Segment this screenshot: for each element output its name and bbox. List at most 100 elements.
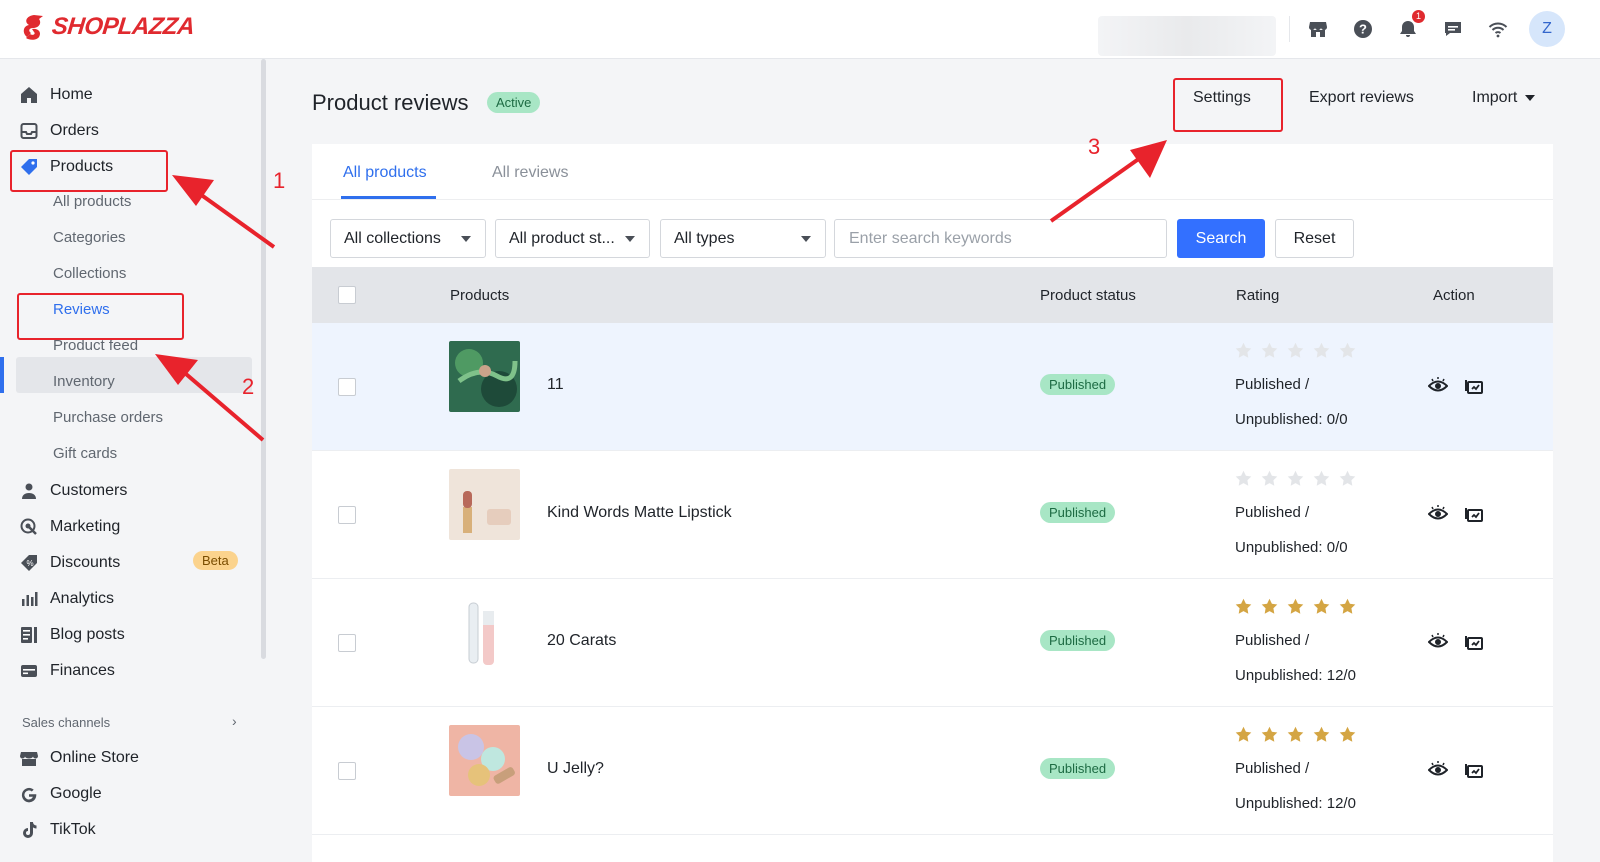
table-row[interactable]: Kind Words Matte Lipstick Published Publis… bbox=[312, 451, 1553, 579]
manage-reviews-icon[interactable] bbox=[1464, 761, 1484, 781]
sidebar-item-label: Finances bbox=[50, 662, 115, 679]
target-icon bbox=[20, 518, 37, 535]
sidebar-item-finances[interactable]: Finances bbox=[20, 655, 115, 687]
eye-icon[interactable] bbox=[1428, 632, 1448, 652]
product-status-select-value: All product st... bbox=[509, 229, 615, 247]
wifi-icon[interactable] bbox=[1487, 18, 1509, 40]
sidebar-item-label: Orders bbox=[50, 122, 99, 139]
rating-unpublished: Unpublished: 12/0 bbox=[1235, 795, 1356, 812]
active-item-highlight bbox=[16, 357, 252, 393]
tab-all-products[interactable]: All products bbox=[343, 164, 427, 182]
caret-down-icon bbox=[461, 236, 471, 242]
column-header-rating: Rating bbox=[1236, 287, 1280, 304]
table-row[interactable]: U Jelly? Published Published / Unpublished:… bbox=[312, 707, 1553, 835]
rating-stars bbox=[1235, 342, 1356, 359]
active-tab-underline bbox=[341, 196, 436, 199]
sidebar-item-label: TikTok bbox=[50, 821, 96, 838]
bar-chart-icon bbox=[22, 592, 38, 606]
product-thumbnail[interactable] bbox=[449, 725, 520, 796]
star-icon bbox=[1287, 598, 1304, 614]
sidebar-item-label: Discounts bbox=[50, 554, 121, 571]
annotation-box-products bbox=[10, 150, 168, 192]
sidebar-item-customers[interactable]: Customers bbox=[20, 475, 127, 507]
row-checkbox[interactable] bbox=[338, 378, 356, 396]
types-select[interactable]: All types bbox=[660, 219, 826, 258]
product-thumbnail[interactable] bbox=[449, 597, 520, 668]
sidebar-channel-tiktok[interactable]: TikTok bbox=[20, 814, 96, 846]
rating-unpublished: Unpublished: 0/0 bbox=[1235, 539, 1348, 556]
sidebar-item-analytics[interactable]: Analytics bbox=[20, 583, 114, 615]
svg-text:?: ? bbox=[1359, 22, 1367, 37]
shoplazza-logo[interactable]: SHOPLAZZA bbox=[20, 13, 196, 41]
sidebar-subitem-purchase-orders[interactable]: Purchase orders bbox=[53, 403, 163, 431]
row-checkbox[interactable] bbox=[338, 506, 356, 524]
caret-down-icon bbox=[1525, 95, 1536, 101]
product-thumbnail[interactable] bbox=[449, 469, 520, 540]
product-status-select[interactable]: All product st... bbox=[495, 219, 650, 258]
sidebar-item-home[interactable]: Home bbox=[20, 79, 93, 111]
star-icon bbox=[1235, 470, 1252, 486]
star-icon bbox=[1313, 470, 1330, 486]
table-row[interactable]: 20 Carats Published Published / Unpublished… bbox=[312, 579, 1553, 707]
export-reviews-button[interactable]: Export reviews bbox=[1309, 89, 1414, 107]
page-title: Product reviews bbox=[312, 90, 469, 115]
rating-stars bbox=[1235, 726, 1356, 743]
sidebar-channel-online-store[interactable]: Online Store bbox=[20, 742, 139, 774]
search-button[interactable]: Search bbox=[1177, 219, 1265, 258]
eye-icon[interactable] bbox=[1428, 760, 1448, 780]
tab-all-reviews[interactable]: All reviews bbox=[492, 164, 568, 182]
import-dropdown[interactable]: Import bbox=[1472, 89, 1536, 107]
tiktok-icon bbox=[23, 822, 37, 838]
sidebar-subitem-inventory[interactable]: Inventory bbox=[53, 367, 115, 395]
sidebar-item-blog-posts[interactable]: Blog posts bbox=[20, 619, 125, 651]
product-name[interactable]: Kind Words Matte Lipstick bbox=[547, 504, 732, 522]
avatar[interactable]: Z bbox=[1529, 11, 1565, 47]
sidebar-subitem-categories[interactable]: Categories bbox=[53, 223, 126, 251]
annotation-box-settings bbox=[1173, 78, 1283, 132]
sidebar-item-orders[interactable]: Orders bbox=[20, 115, 99, 147]
inbox-icon bbox=[20, 123, 38, 139]
row-checkbox[interactable] bbox=[338, 634, 356, 652]
chevron-right-icon[interactable]: › bbox=[232, 713, 237, 729]
storefront-icon[interactable] bbox=[1307, 18, 1329, 40]
import-label: Import bbox=[1472, 89, 1518, 106]
caret-down-icon bbox=[625, 236, 635, 242]
rating-stars bbox=[1235, 598, 1356, 615]
product-name[interactable]: 20 Carats bbox=[547, 632, 616, 650]
star-icon bbox=[1235, 598, 1252, 614]
sidebar-item-marketing[interactable]: Marketing bbox=[20, 511, 120, 543]
status-badge: Published bbox=[1040, 758, 1116, 779]
manage-reviews-icon[interactable] bbox=[1464, 505, 1484, 525]
sidebar-item-label: Online Store bbox=[50, 749, 139, 766]
table-row[interactable]: 11 Published Published / Unpublished: 0/0 bbox=[312, 323, 1553, 451]
star-icon bbox=[1339, 726, 1356, 742]
sidebar-channel-google[interactable]: Google bbox=[20, 778, 102, 810]
product-name[interactable]: 11 bbox=[547, 376, 564, 394]
bell-icon[interactable]: 1 bbox=[1397, 10, 1425, 40]
star-icon bbox=[1287, 726, 1304, 742]
rating-stars bbox=[1235, 470, 1356, 487]
collections-select[interactable]: All collections bbox=[330, 219, 486, 258]
eye-icon[interactable] bbox=[1428, 504, 1448, 524]
product-name[interactable]: U Jelly? bbox=[547, 760, 604, 778]
sidebar-subitem-gift-cards[interactable]: Gift cards bbox=[53, 439, 117, 467]
manage-reviews-icon[interactable] bbox=[1464, 633, 1484, 653]
search-input[interactable] bbox=[834, 219, 1167, 258]
discount-icon: % bbox=[21, 555, 37, 571]
manage-reviews-icon[interactable] bbox=[1464, 377, 1484, 397]
status-badge: Published bbox=[1040, 374, 1116, 395]
rating-published: Published / bbox=[1235, 760, 1310, 777]
help-icon[interactable]: ? bbox=[1352, 18, 1374, 40]
sidebar-scrollbar[interactable] bbox=[261, 59, 266, 659]
sidebar-item-discounts[interactable]: % Discounts bbox=[20, 547, 120, 579]
row-checkbox[interactable] bbox=[338, 762, 356, 780]
reset-button[interactable]: Reset bbox=[1275, 219, 1354, 258]
star-icon bbox=[1261, 470, 1278, 486]
notification-count: 1 bbox=[1412, 10, 1425, 23]
sidebar-subitem-collections[interactable]: Collections bbox=[53, 259, 126, 287]
eye-icon[interactable] bbox=[1428, 376, 1448, 396]
product-thumbnail[interactable] bbox=[449, 341, 520, 412]
rating-published: Published / bbox=[1235, 504, 1310, 521]
chat-icon[interactable] bbox=[1442, 18, 1464, 40]
select-all-checkbox[interactable] bbox=[338, 286, 356, 304]
